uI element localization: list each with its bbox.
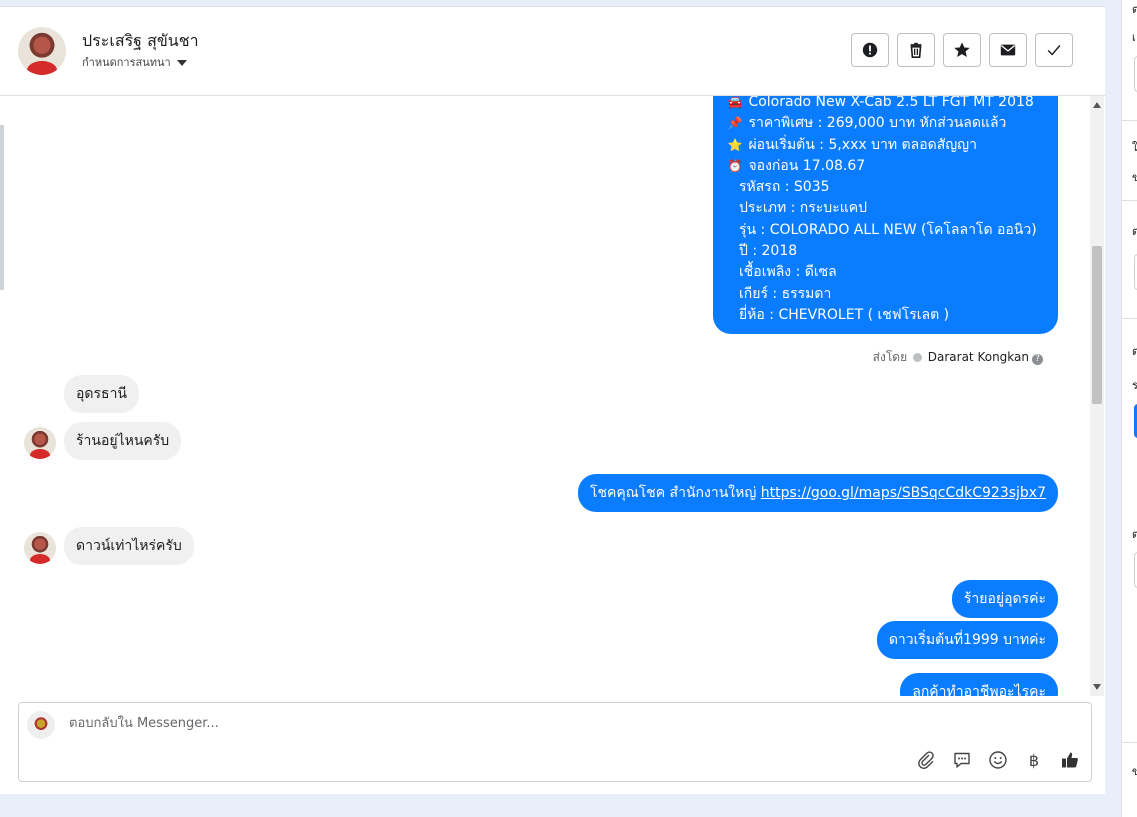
conversation-header: ประเสริฐ สุขันชา กำหนดการสนทนา	[0, 7, 1105, 96]
listing-line-text: ผ่อนเริ่มต้น : 5,xxx บาท ตลอดสัญญา	[748, 136, 977, 153]
panel-text: ต	[1132, 3, 1137, 16]
outgoing-message: ร้ายอยู่อุดรค่ะ	[951, 580, 1058, 618]
listing-line-text: รุ่น : COLORADO ALL NEW (โคโลลาโด ออนิว)	[739, 221, 1037, 238]
listing-line-text: เชื้อเพลิง : ดีเซล	[739, 264, 837, 281]
listing-emoji-icon: ⭐	[727, 137, 743, 152]
panel-text: ใ	[1132, 141, 1137, 154]
listing-line-text: ประเภท : กระบะแคป	[739, 200, 867, 217]
contact-name[interactable]: ประเสริฐ สุขันชา	[82, 29, 199, 54]
saved-reply-icon[interactable]	[951, 749, 973, 771]
panel-divider	[1122, 120, 1137, 121]
panel-text: ร	[1132, 379, 1137, 392]
listing-line-text: ยี่ห้อ : CHEVROLET ( เชฟโรเลต )	[739, 306, 950, 323]
listing-line-text: จองก่อน 17.08.67	[748, 157, 866, 174]
listing-emoji-icon: ⏰	[727, 158, 743, 173]
scroll-down-icon[interactable]	[1093, 684, 1101, 690]
listing-line-text: ราคาพิเศษ : 269,000 บาท หักส่วนลดแล้ว	[748, 115, 1007, 132]
panel-divider	[1122, 318, 1137, 319]
outgoing-message: ลูกค้าทำอาชีพอะไรคะ	[900, 673, 1058, 696]
listing-message-bubble: 🚘 Colorado New X-Cab 2.5 LT FGT MT 2018 📌…	[713, 96, 1058, 335]
trash-icon	[910, 42, 922, 59]
panel-divider	[1122, 742, 1137, 743]
check-icon	[1047, 45, 1061, 56]
delete-button[interactable]	[897, 33, 935, 67]
message-text: โชคคุณโชค สำนักงานใหญ่	[589, 485, 761, 501]
header-actions	[851, 33, 1073, 67]
reply-input[interactable]	[67, 715, 571, 732]
listing-line-text: รหัสรถ : S035	[739, 179, 830, 196]
listing-line: ⏰ จองก่อน 17.08.67	[726, 156, 1046, 177]
listing-line: ยี่ห้อ : CHEVROLET ( เชฟโรเลต )	[726, 305, 1046, 326]
listing-line: เชื้อเพลิง : ดีเซล	[726, 262, 1046, 283]
paperclip-icon[interactable]	[915, 749, 937, 771]
listing-line-text: Colorado New X-Cab 2.5 LT FGT MT 2018	[748, 96, 1034, 110]
caret-down-icon	[176, 60, 187, 66]
incoming-message: อุดรธานี	[64, 375, 139, 413]
star-icon	[954, 42, 970, 58]
message-scrollbar[interactable]	[1090, 96, 1104, 696]
listing-line: 🚘 Colorado New X-Cab 2.5 LT FGT MT 2018	[726, 96, 1046, 113]
sent-by-agent[interactable]: Dararat Kongkan	[928, 350, 1029, 364]
reply-composer: ฿	[18, 702, 1092, 782]
listing-line: รุ่น : COLORADO ALL NEW (โคโลลาโด ออนิว)	[726, 220, 1046, 241]
outgoing-message: โชคคุณโชค สำนักงานใหญ่ https://goo.gl/ma…	[577, 474, 1058, 512]
listing-line: 📌 ราคาพิเศษ : 269,000 บาท หักส่วนลดแล้ว	[726, 113, 1046, 134]
sent-by-info: ส่งโดย Dararat Kongkan?	[873, 348, 1043, 367]
listing-line: ปี : 2018	[726, 241, 1046, 262]
report-button[interactable]	[851, 33, 889, 67]
panel-text: ต	[1132, 528, 1137, 541]
listing-line: เกียร์ : ธรรมดา	[726, 284, 1046, 305]
conversation-action-dropdown[interactable]: กำหนดการสนทนา	[82, 53, 187, 71]
verified-icon	[912, 353, 922, 362]
scroll-thumb[interactable]	[1092, 246, 1102, 404]
alert-icon	[862, 42, 878, 58]
sent-by-label: ส่งโดย	[872, 350, 908, 364]
contact-avatar[interactable]	[18, 27, 66, 75]
panel-text: เ	[1132, 31, 1136, 44]
outgoing-message: ดาวเริ่มต้นที่1999 บาทค่ะ	[876, 621, 1058, 659]
composer-tools: ฿	[915, 749, 1081, 771]
mark-done-button[interactable]	[1035, 33, 1073, 67]
incoming-message: ดาวน์เท่าไหร่ครับ	[64, 527, 194, 565]
listing-emoji-icon: 📌	[727, 116, 743, 131]
panel-divider	[1122, 200, 1137, 201]
page-avatar	[27, 711, 55, 739]
listing-line-text: เกียร์ : ธรรมดา	[739, 285, 832, 302]
listing-line-text: ปี : 2018	[739, 243, 798, 260]
baht-icon[interactable]: ฿	[1023, 749, 1045, 771]
listing-line: รหัสรถ : S035	[726, 177, 1046, 198]
panel-text: ข	[1132, 171, 1137, 184]
right-details-panel: ต เ ใ ข ต ต ร ต ข	[1121, 0, 1137, 817]
mark-unread-button[interactable]	[989, 33, 1027, 67]
incoming-message: ร้านอยู่ไหนครับ	[64, 422, 182, 460]
panel-text: ข	[1132, 765, 1137, 778]
help-icon[interactable]: ?	[1032, 354, 1043, 365]
message-list[interactable]: 🚘 Colorado New X-Cab 2.5 LT FGT MT 2018 📌…	[0, 96, 1090, 696]
envelope-icon	[1000, 44, 1016, 56]
contact-avatar-small	[24, 427, 56, 459]
listing-emoji-icon: 🚘	[727, 96, 743, 109]
conversation-action-label: กำหนดการสนทนา	[82, 56, 171, 69]
panel-text: ต	[1132, 345, 1137, 358]
emoji-icon[interactable]	[987, 749, 1009, 771]
listing-line: ประเภท : กระบะแคป	[726, 198, 1046, 219]
star-button[interactable]	[943, 33, 981, 67]
scroll-up-icon[interactable]	[1093, 102, 1101, 108]
panel-text: ต	[1132, 225, 1137, 238]
listing-line: ⭐ ผ่อนเริ่มต้น : 5,xxx บาท ตลอดสัญญา	[726, 135, 1046, 156]
map-link[interactable]: https://goo.gl/maps/SBSqcCdkC923sjbx7	[761, 485, 1046, 501]
thumbs-up-icon[interactable]	[1059, 749, 1081, 771]
conversation-panel: ประเสริฐ สุขันชา กำหนดการสนทนา 🚘 Colorad…	[0, 6, 1105, 794]
contact-avatar-small	[24, 532, 56, 564]
